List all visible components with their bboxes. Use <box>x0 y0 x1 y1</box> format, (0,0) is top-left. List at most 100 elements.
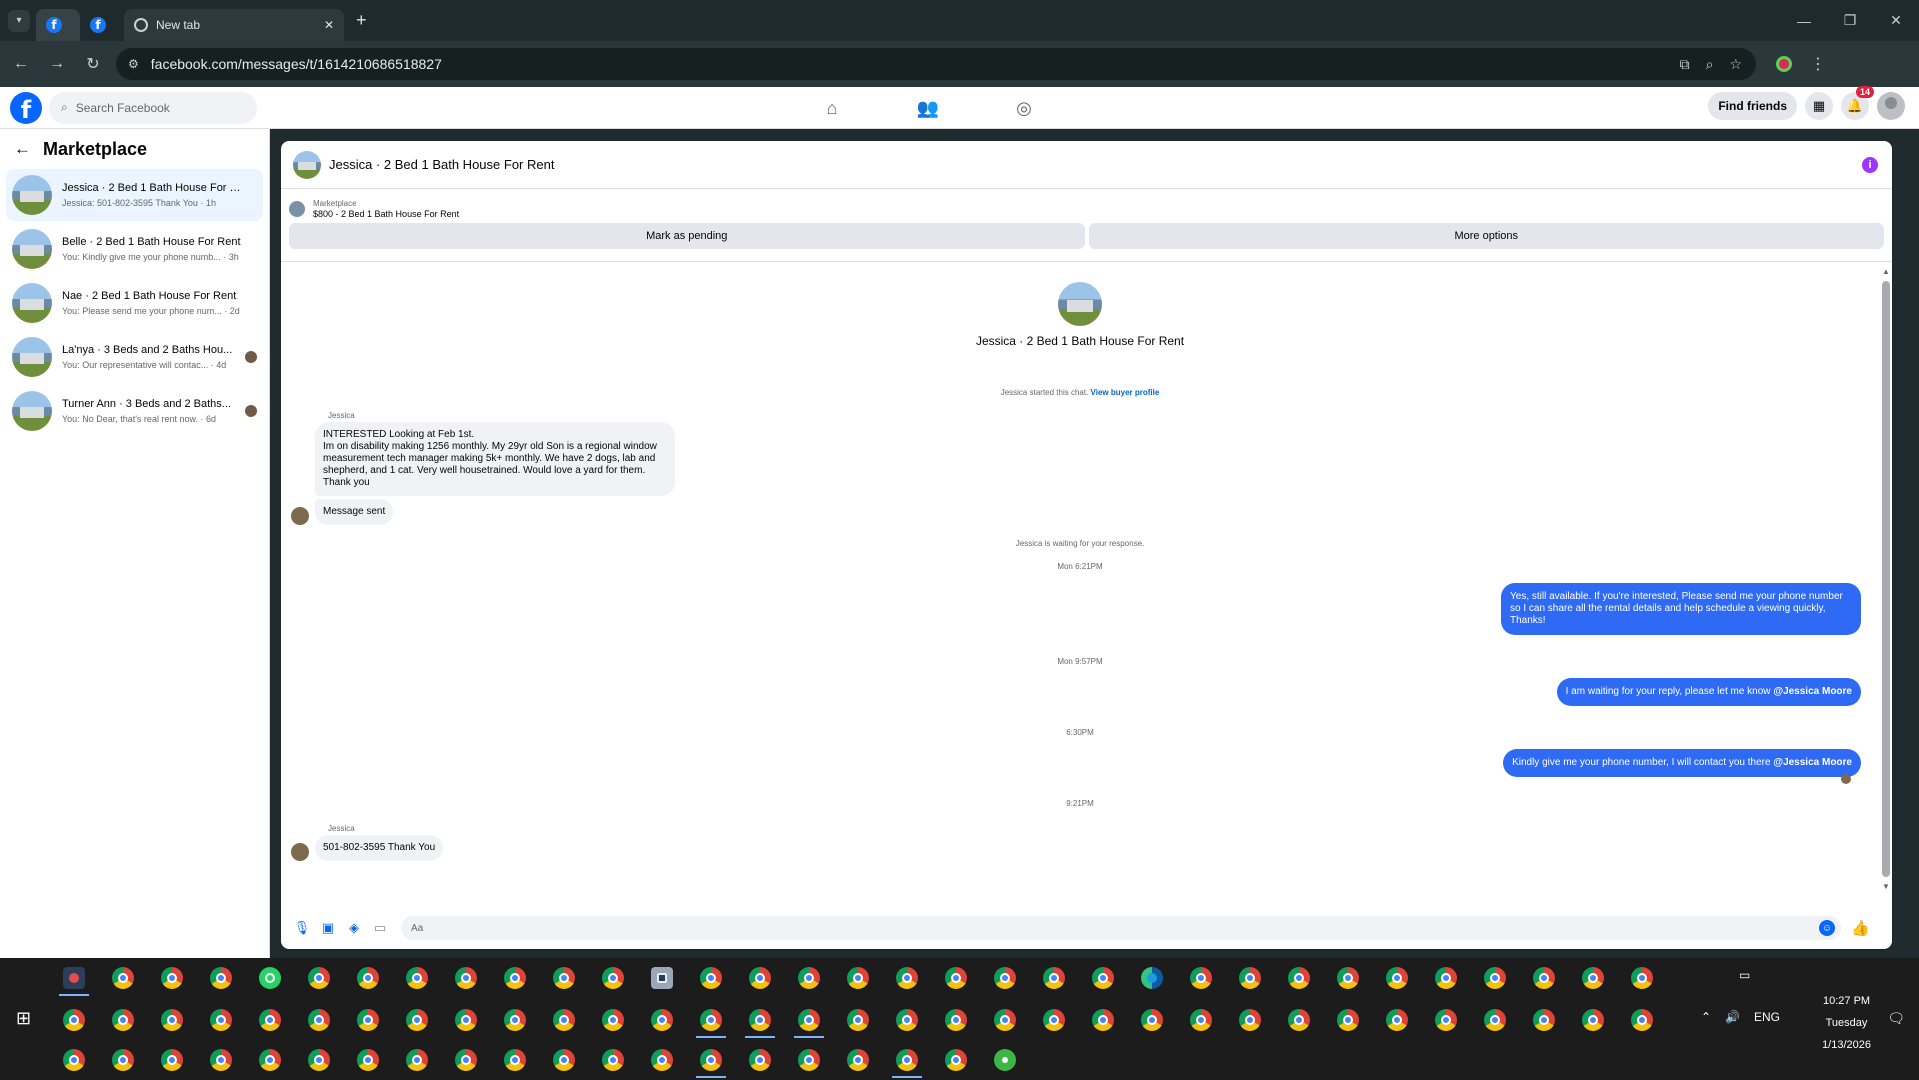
emoji-icon[interactable]: ☺ <box>1819 920 1835 936</box>
chrome-app-icon[interactable] <box>1533 1009 1555 1031</box>
chrome-app-icon[interactable] <box>602 1049 624 1071</box>
chrome-app-icon[interactable] <box>406 1049 428 1071</box>
chrome-app-icon[interactable] <box>1092 967 1114 989</box>
facebook-logo-icon[interactable]: f <box>10 91 42 124</box>
url-input[interactable]: ⚙ facebook.com/messages/t/16142106865188… <box>116 48 1756 80</box>
chrome-app-icon[interactable] <box>994 1009 1016 1031</box>
chrome-app-icon[interactable] <box>308 1049 330 1071</box>
chrome-app-icon[interactable] <box>749 1049 771 1071</box>
chrome-app-icon[interactable] <box>1582 967 1604 989</box>
language-indicator[interactable]: ENG <box>1754 1010 1780 1024</box>
chrome-app-icon[interactable] <box>945 1049 967 1071</box>
chrome-app-icon[interactable] <box>1288 967 1310 989</box>
conversation-item[interactable]: Jessica · 2 Bed 1 Bath House For R... Jes… <box>6 169 263 221</box>
scroll-down-icon[interactable]: ▼ <box>1882 882 1890 891</box>
chrome-app-icon[interactable] <box>896 967 918 989</box>
conversation-item[interactable]: Nae · 2 Bed 1 Bath House For Rent You: Pl… <box>6 277 263 329</box>
scroll-up-icon[interactable]: ▲ <box>1882 267 1890 276</box>
mention-link[interactable]: @Jessica Moore <box>1773 757 1852 768</box>
display-icon[interactable]: ▭ <box>1739 968 1750 982</box>
chrome-app-icon[interactable] <box>1190 1009 1212 1031</box>
chrome-app-icon[interactable] <box>892 1049 922 1078</box>
chrome-app-icon[interactable] <box>357 1049 379 1071</box>
groups-icon[interactable]: ◎ <box>1012 98 1036 119</box>
chrome-app-icon[interactable] <box>112 1009 134 1031</box>
chrome-app-icon[interactable] <box>1631 967 1653 989</box>
chrome-app-icon[interactable] <box>161 1009 183 1031</box>
windows-start-icon[interactable]: ⊞ <box>16 1008 31 1029</box>
reload-icon[interactable]: ↻ <box>78 54 108 74</box>
chrome-app-icon[interactable] <box>553 967 575 989</box>
chrome-app-icon[interactable] <box>700 967 722 989</box>
restore-icon[interactable]: ❐ <box>1827 0 1873 41</box>
find-friends-button[interactable]: Find friends <box>1708 92 1797 120</box>
incoming-message[interactable]: Message sent <box>315 499 394 525</box>
chrome-app-icon[interactable] <box>1092 1009 1114 1031</box>
scroll-thumb[interactable] <box>1882 281 1890 877</box>
chrome-app-icon[interactable] <box>1043 1009 1065 1031</box>
chrome-app-icon[interactable] <box>357 967 379 989</box>
clock[interactable]: 10:27 PM Tuesday 1/13/2026 <box>1822 990 1871 1056</box>
chrome-app-icon[interactable] <box>847 1049 869 1071</box>
chrome-app-icon[interactable] <box>602 1009 624 1031</box>
chrome-app-icon[interactable] <box>1484 1009 1506 1031</box>
chrome-app-icon[interactable] <box>308 967 330 989</box>
notifications-bell-icon[interactable]: 🔔 14 <box>1841 86 1874 120</box>
chrome-app-icon[interactable] <box>1386 1009 1408 1031</box>
chrome-app-icon[interactable] <box>259 1009 281 1031</box>
chrome-app-icon[interactable] <box>1435 1009 1457 1031</box>
chrome-app-icon[interactable] <box>59 967 89 996</box>
chrome-app-icon[interactable] <box>161 1049 183 1071</box>
chrome-app-icon[interactable] <box>745 1009 775 1038</box>
gif-icon[interactable]: ▭ <box>369 920 391 936</box>
chrome-app-icon[interactable] <box>308 1009 330 1031</box>
bookmark-star-icon[interactable]: ☆ <box>1729 56 1742 73</box>
sender-avatar[interactable] <box>291 507 309 525</box>
chrome-app-icon[interactable] <box>847 1009 869 1031</box>
message-thread[interactable]: Jessica · 2 Bed 1 Bath House For Rent Je… <box>281 264 1879 908</box>
chrome-app-icon[interactable] <box>945 1009 967 1031</box>
chrome-app-icon[interactable] <box>651 1049 673 1071</box>
chrome-app-icon[interactable] <box>1337 967 1359 989</box>
chrome-app-icon[interactable] <box>63 1009 85 1031</box>
site-settings-icon[interactable]: ⚙ <box>128 57 139 71</box>
chat-title[interactable]: Jessica · 2 Bed 1 Bath House For Rent <box>329 157 554 172</box>
conversation-item[interactable]: Turner Ann · 3 Beds and 2 Baths... You: N… <box>6 385 263 437</box>
incoming-message[interactable]: INTERESTED Looking at Feb 1st. Im on dis… <box>315 422 675 496</box>
chrome-app-icon[interactable] <box>455 1049 477 1071</box>
chrome-app-icon[interactable] <box>1239 1009 1261 1031</box>
chrome-app-icon[interactable] <box>1484 967 1506 989</box>
chrome-app-icon[interactable] <box>896 1009 918 1031</box>
chrome-app-icon[interactable] <box>1141 1009 1163 1031</box>
chrome-app-icon[interactable] <box>1435 967 1457 989</box>
chrome-app-icon[interactable] <box>798 1049 820 1071</box>
more-options-button[interactable]: More options <box>1088 223 1884 249</box>
speaker-icon[interactable]: 🔊 <box>1725 1010 1740 1024</box>
chrome-app-icon[interactable] <box>602 967 624 989</box>
chrome-app-icon[interactable] <box>1190 967 1212 989</box>
tab-search-button[interactable]: ▾ <box>8 9 30 32</box>
outgoing-message[interactable]: Yes, still available. If you're interest… <box>1501 583 1861 635</box>
chrome-app-icon[interactable] <box>1631 1009 1653 1031</box>
mark-as-pending-button[interactable]: Mark as pending <box>289 223 1085 249</box>
chrome-app-icon[interactable] <box>798 967 820 989</box>
sender-avatar[interactable] <box>291 843 309 861</box>
chat-scrollbar[interactable]: ▲ ▼ <box>1882 267 1890 891</box>
thumbs-up-icon[interactable]: 👍 <box>1851 919 1870 937</box>
chrome-app-icon[interactable] <box>210 1009 232 1031</box>
close-window-icon[interactable]: ✕ <box>1873 0 1919 41</box>
new-tab-button[interactable]: + <box>356 10 367 31</box>
listing-thumbnail[interactable] <box>293 150 321 179</box>
chrome-app-icon[interactable] <box>1288 1009 1310 1031</box>
friends-icon[interactable]: 👥 <box>916 98 940 119</box>
chrome-app-icon[interactable] <box>1386 967 1408 989</box>
chrome-app-icon[interactable] <box>945 967 967 989</box>
tab-new-tab[interactable]: New tab ✕ <box>124 8 344 41</box>
chrome-app-icon[interactable] <box>1533 967 1555 989</box>
chevron-up-icon[interactable]: ⌃ <box>1701 1010 1711 1024</box>
chrome-app-icon[interactable] <box>1239 967 1261 989</box>
outgoing-message[interactable]: I am waiting for your reply, please let … <box>1556 678 1861 706</box>
chrome-app-icon[interactable] <box>696 1049 726 1078</box>
microphone-icon[interactable]: 🎙 <box>291 920 313 936</box>
chrome-app-icon[interactable] <box>1337 1009 1359 1031</box>
